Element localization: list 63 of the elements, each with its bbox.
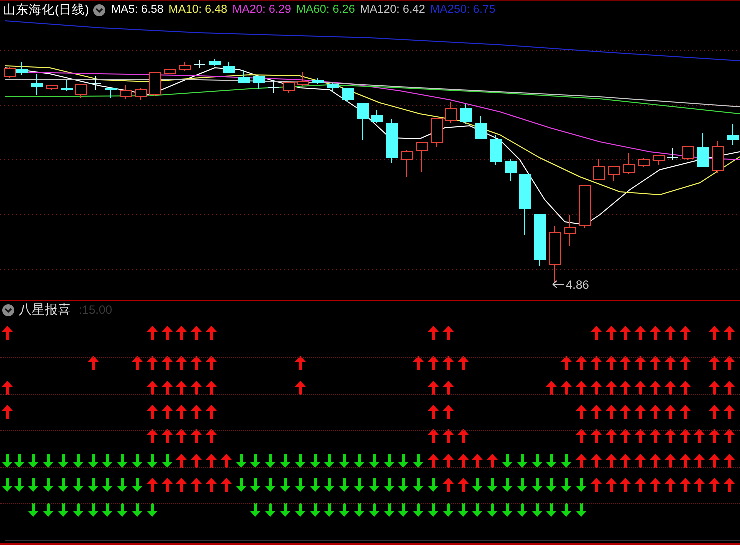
candlestick: [4, 66, 16, 78]
candlestick: [401, 150, 413, 178]
indicator-title: 八星报喜: [19, 301, 71, 319]
candlestick: [31, 74, 43, 96]
candlestick: [297, 72, 309, 86]
candlestick: [105, 88, 117, 98]
candlestick: [75, 84, 87, 98]
candlestick: [342, 88, 354, 102]
candlestick: [120, 84, 132, 100]
candlestick: [579, 184, 591, 228]
candlestick: [549, 226, 561, 284]
moving-average-label: MA250: 6.75: [430, 4, 496, 16]
candlestick: [416, 142, 428, 172]
candlestick: [445, 102, 457, 124]
candlestick: [593, 158, 605, 180]
candlestick: [46, 84, 58, 90]
candlestick: [431, 118, 443, 148]
candlestick: [327, 82, 339, 92]
candlestick: [697, 132, 709, 168]
candlestick: [268, 80, 280, 94]
candlestick: [90, 76, 102, 90]
candlestick: [460, 104, 472, 124]
candlestick: [283, 82, 295, 94]
candlestick: [16, 62, 28, 76]
candlestick: [357, 102, 369, 140]
candlestick: [490, 134, 502, 166]
candlestick: [312, 78, 324, 84]
candlestick: [712, 140, 724, 174]
candlestick: [505, 158, 517, 182]
candlestick: [534, 214, 546, 266]
candlestick: [667, 148, 679, 160]
moving-average-label: MA20: 6.29: [232, 4, 292, 16]
candlestick: [194, 60, 206, 68]
candlestick: [61, 80, 73, 92]
candlestick: [386, 118, 398, 164]
moving-average-label: MA120: 6.42: [360, 4, 426, 16]
moving-average-label: MA60: 6.26: [296, 4, 356, 16]
candlestick: [238, 70, 250, 84]
candlestick: [727, 124, 739, 146]
candlestick: [253, 76, 265, 90]
candlestick: [149, 72, 161, 96]
candlestick: [608, 166, 620, 182]
moving-average-label: MA5: 6.58: [111, 4, 164, 16]
moving-average-label: MA10: 6.48: [168, 4, 228, 16]
candlestick: [653, 156, 665, 166]
candlestick: [371, 110, 383, 124]
candlestick: [519, 174, 531, 236]
indicator-value: :15.00: [79, 303, 112, 317]
candlestick: [564, 214, 576, 246]
pointer-arrow-icon: [552, 280, 564, 288]
candlestick: [638, 158, 650, 168]
candlestick: [179, 62, 191, 72]
candlestick: [623, 152, 635, 174]
candlestick: [135, 88, 147, 100]
dropdown-icon[interactable]: [2, 304, 15, 316]
candlestick: [164, 70, 176, 74]
dropdown-icon[interactable]: [93, 4, 106, 16]
candlestick: [475, 116, 487, 140]
stock-title: 山东海化(日线): [3, 2, 90, 18]
candlestick: [209, 58, 221, 66]
candlestick: [682, 146, 694, 160]
low-price-label: 4.86: [566, 278, 590, 292]
candlestick: [223, 62, 235, 74]
